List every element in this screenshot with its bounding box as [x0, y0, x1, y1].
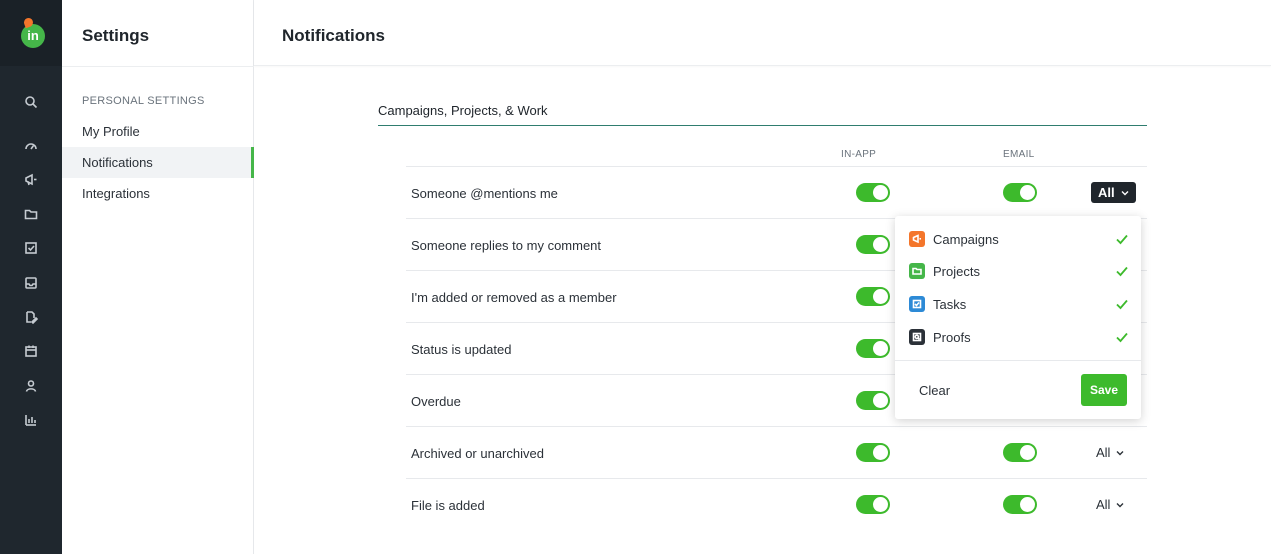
popover-item-campaigns[interactable]: Campaigns: [909, 229, 1129, 249]
main-header: Notifications: [254, 0, 1271, 66]
check-icon: [1116, 299, 1128, 310]
chevron-down-icon: [1116, 502, 1124, 507]
settings-title: Settings: [82, 26, 150, 45]
nav-item-my-profile[interactable]: My Profile: [62, 116, 254, 147]
folder-icon[interactable]: [21, 204, 41, 224]
bar-chart-icon[interactable]: [21, 410, 41, 430]
proof-icon: [909, 329, 925, 345]
toggle-knob: [873, 393, 888, 408]
email-toggle[interactable]: [1003, 443, 1037, 462]
inbox-icon[interactable]: [21, 273, 41, 293]
in-app-toggle[interactable]: [856, 287, 890, 306]
popover-item-label: Proofs: [933, 329, 971, 345]
toggle-knob: [873, 289, 888, 304]
clear-button[interactable]: Clear: [919, 383, 950, 398]
type-filter-popover: Campaigns Projects Tasks Proofs Clear Sa…: [895, 216, 1141, 419]
popover-item-projects[interactable]: Projects: [909, 261, 1129, 281]
settings-sidebar: Settings PERSONAL SETTINGS My Profile No…: [62, 0, 254, 554]
toggle-knob: [873, 237, 888, 252]
notification-row-archived: Archived or unarchived All: [406, 427, 1147, 479]
save-button[interactable]: Save: [1081, 374, 1127, 406]
user-icon[interactable]: [21, 376, 41, 396]
toggle-knob: [1020, 497, 1035, 512]
in-app-toggle[interactable]: [856, 235, 890, 254]
megaphone-icon[interactable]: [21, 170, 41, 190]
megaphone-icon: [909, 231, 925, 247]
popover-item-proofs[interactable]: Proofs: [909, 327, 1129, 347]
search-icon[interactable]: [21, 92, 41, 112]
all-dropdown-button[interactable]: All: [1096, 445, 1124, 460]
nav-item-notifications[interactable]: Notifications: [62, 147, 254, 178]
checkbox-icon[interactable]: [21, 238, 41, 258]
chevron-down-icon: [1116, 450, 1124, 455]
toggle-knob: [873, 445, 888, 460]
in-app-toggle[interactable]: [856, 391, 890, 410]
personal-settings-label: PERSONAL SETTINGS: [82, 95, 205, 107]
popover-item-label: Campaigns: [933, 231, 999, 247]
in-app-toggle[interactable]: [856, 495, 890, 514]
notification-row-mentions: Someone @mentions me All: [406, 167, 1147, 219]
in-app-toggle[interactable]: [856, 339, 890, 358]
logo-area: in: [0, 0, 62, 66]
popover-divider: [895, 360, 1141, 361]
row-label: Someone replies to my comment: [411, 238, 602, 253]
all-dropdown-label: All: [1098, 185, 1115, 200]
calendar-icon[interactable]: [21, 341, 41, 361]
in-app-toggle[interactable]: [856, 183, 890, 202]
all-dropdown-button[interactable]: All: [1091, 182, 1136, 203]
group-divider: [378, 125, 1147, 126]
folder-icon: [909, 263, 925, 279]
all-dropdown-label: All: [1096, 445, 1111, 460]
page-title: Notifications: [282, 26, 385, 45]
app-rail: in: [0, 0, 62, 554]
all-dropdown-label: All: [1096, 497, 1111, 512]
check-icon: [1116, 332, 1128, 343]
popover-item-tasks[interactable]: Tasks: [909, 294, 1129, 314]
row-label: I'm added or removed as a member: [411, 290, 617, 305]
row-label: Status is updated: [411, 342, 512, 357]
nav-item-integrations[interactable]: Integrations: [62, 178, 254, 209]
toggle-knob: [873, 341, 888, 356]
row-label: Archived or unarchived: [411, 446, 544, 461]
checkbox-icon: [909, 296, 925, 312]
notification-row-file-added: File is added All: [406, 479, 1147, 531]
column-header-in-app: IN-APP: [841, 149, 877, 160]
proof-edit-icon[interactable]: [21, 307, 41, 327]
toggle-knob: [1020, 445, 1035, 460]
column-header-email: EMAIL: [1003, 149, 1035, 160]
email-toggle[interactable]: [1003, 183, 1037, 202]
all-dropdown-button[interactable]: All: [1096, 497, 1124, 512]
email-toggle[interactable]: [1003, 495, 1037, 514]
divider: [62, 66, 254, 67]
toggle-knob: [873, 185, 888, 200]
row-label: Overdue: [411, 394, 461, 409]
popover-item-label: Projects: [933, 263, 980, 279]
row-label: Someone @mentions me: [411, 186, 558, 201]
check-icon: [1116, 234, 1128, 245]
row-label: File is added: [411, 498, 485, 513]
chevron-down-icon: [1121, 190, 1129, 195]
toggle-knob: [873, 497, 888, 512]
in-app-toggle[interactable]: [856, 443, 890, 462]
group-title: Campaigns, Projects, & Work: [378, 103, 548, 118]
popover-item-label: Tasks: [933, 296, 967, 312]
dashboard-icon[interactable]: [21, 136, 41, 156]
toggle-knob: [1020, 185, 1035, 200]
check-icon: [1116, 266, 1128, 277]
